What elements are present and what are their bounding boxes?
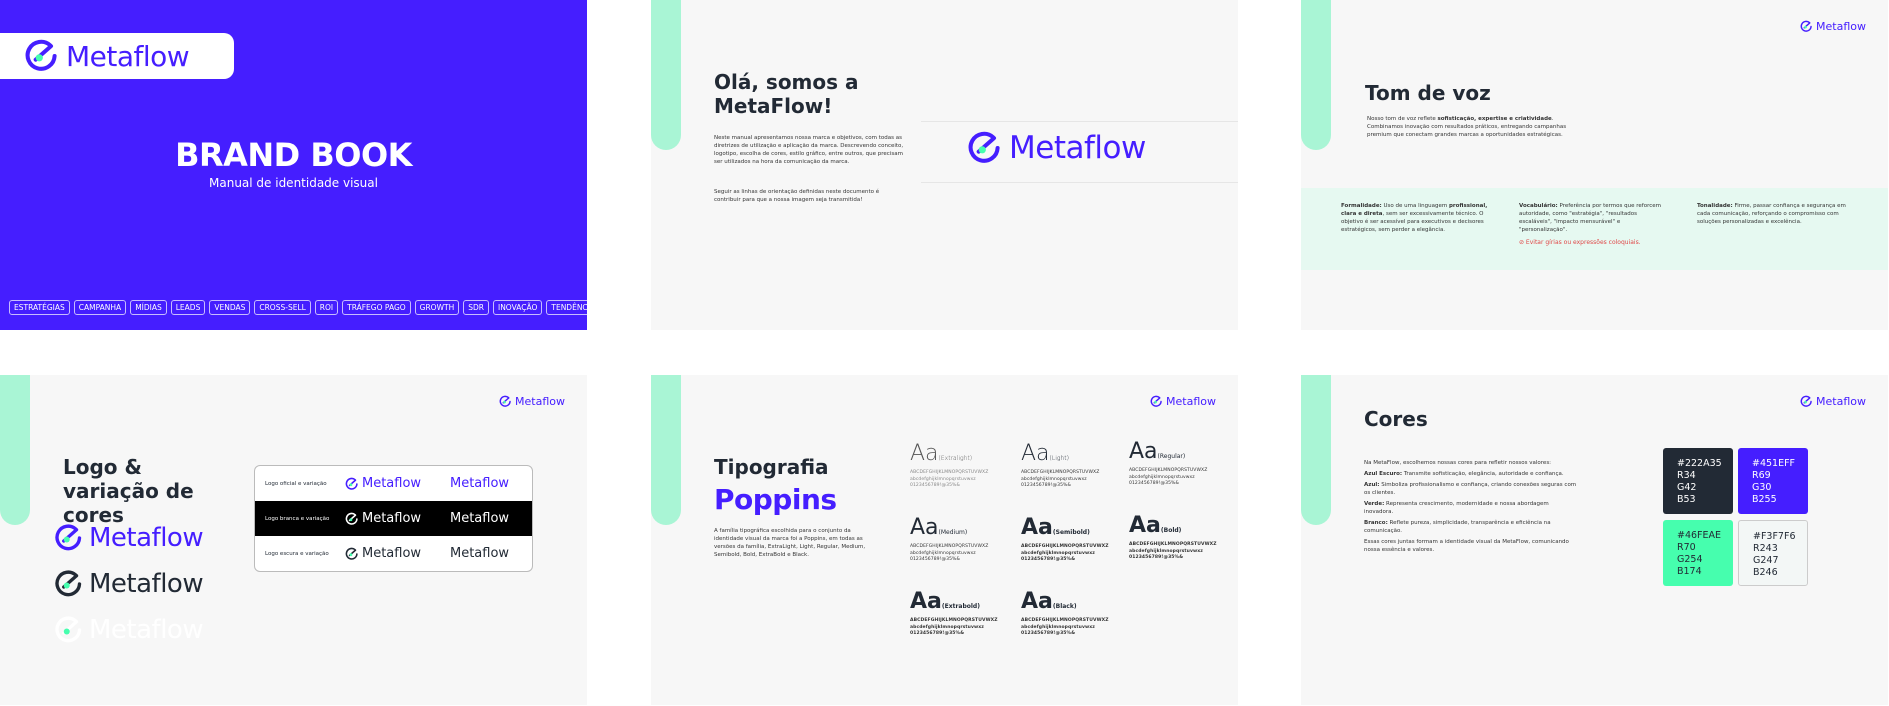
divider bbox=[921, 121, 1238, 122]
variation-row-dark: Logo escura e variação Metaflow Metaflow bbox=[265, 546, 510, 561]
mint-tab-decoration bbox=[0, 375, 30, 525]
tone-vocabulary: Vocabulário: Preferência por termos que … bbox=[1519, 202, 1669, 247]
tone-title: Tom de voz bbox=[1365, 81, 1491, 105]
swatch-light: #F3F7F6 R243 G247 B246 bbox=[1738, 520, 1808, 586]
variation-row-white: Logo branca e variação Metaflow Metaflow bbox=[255, 501, 532, 536]
tag: ESTRATÉGIAS bbox=[9, 300, 70, 315]
tag: VENDAS bbox=[209, 300, 251, 315]
swatch-purple: #451EFF R69 G30 B255 bbox=[1738, 448, 1808, 514]
weight-specimen: Aa(Light) ABCDEFGHIJKLMNOPQRSTUVWXZ abcde… bbox=[1021, 441, 1100, 489]
intro-paragraph: Neste manual apresentamos nossa marca e … bbox=[714, 135, 904, 165]
logo-white: Metaflow bbox=[54, 607, 204, 653]
mint-tab-decoration bbox=[1301, 0, 1331, 150]
header-logo: Metaflow bbox=[499, 395, 565, 408]
metaflow-logo-icon bbox=[1800, 20, 1813, 33]
mint-tab-decoration bbox=[651, 0, 681, 150]
slide-colors[interactable]: Metaflow Cores Na MetaFlow, escolhemos n… bbox=[1301, 375, 1888, 705]
weight-specimen: Aa(Bold) ABCDEFGHIJKLMNOPQRSTUVWXZ abcdef… bbox=[1129, 513, 1217, 561]
slide-tone-of-voice[interactable]: Metaflow Tom de voz Nosso tom de voz ref… bbox=[1301, 0, 1888, 330]
slide-logo[interactable]: Metaflow Logo & variação de cores Metafl… bbox=[0, 375, 587, 705]
cover-logo-card: Metaflow bbox=[0, 33, 234, 79]
colors-title: Cores bbox=[1364, 407, 1428, 431]
tone-details-band: Formalidade: Uso de uma linguagem profis… bbox=[1301, 188, 1888, 270]
colors-text: Na MetaFlow, escolhemos nossas cores par… bbox=[1364, 460, 1577, 553]
header-logo: Metaflow bbox=[1800, 395, 1866, 408]
tag: CAMPANHA bbox=[73, 300, 127, 315]
metaflow-logo-icon bbox=[54, 615, 84, 645]
logo-wordmark: Metaflow bbox=[66, 39, 190, 73]
typography-description: A família tipográfica escolhida para o c… bbox=[714, 528, 866, 558]
divider bbox=[921, 182, 1238, 183]
logo-dark: Metaflow bbox=[54, 561, 204, 607]
cover-title: BRAND BOOK bbox=[175, 136, 412, 174]
logo-variations-card: Logo oficial e variação Metaflow Metaflo… bbox=[254, 465, 533, 572]
weight-specimen: Aa(Semibold) ABCDEFGHIJKLMNOPQRSTUVWXZ ab… bbox=[1021, 515, 1109, 563]
weight-specimen: Aa(Regular) ABCDEFGHIJKLMNOPQRSTUVWXZ abc… bbox=[1129, 439, 1208, 487]
swatch-dark: #222A35 R34 G42 B53 bbox=[1663, 448, 1733, 514]
cover-subtitle: Manual de identidade visual bbox=[209, 176, 378, 190]
metaflow-logo-icon bbox=[54, 523, 84, 553]
metaflow-logo-icon bbox=[499, 395, 512, 408]
mint-tab-decoration bbox=[651, 375, 681, 525]
weight-specimen: Aa(Medium) ABCDEFGHIJKLMNOPQRSTUVWXZ abcd… bbox=[910, 515, 989, 563]
mint-tab-decoration bbox=[1301, 375, 1331, 525]
logo-wordmark: Metaflow bbox=[1816, 395, 1866, 408]
tone-formality: Formalidade: Uso de uma linguagem profis… bbox=[1341, 203, 1488, 233]
logo-stack: Metaflow Metaflow Metaflow bbox=[54, 515, 204, 653]
weight-specimen: Aa(Extralight) ABCDEFGHIJKLMNOPQRSTUVWXZ… bbox=[910, 441, 989, 489]
tag: MÍDIAS bbox=[130, 300, 167, 315]
metaflow-logo-icon bbox=[345, 547, 359, 561]
typography-title: Tipografia bbox=[714, 455, 829, 479]
tag: CROSS-SELL bbox=[254, 300, 311, 315]
tag: TRÁFEGO PAGO bbox=[342, 300, 411, 315]
logo-wordmark: Metaflow bbox=[1166, 395, 1216, 408]
tag: GROWTH bbox=[414, 300, 460, 315]
intro-paragraph-2: Seguir as linhas de orientação definidas… bbox=[714, 189, 880, 203]
intro-logo: Metaflow bbox=[967, 130, 1146, 166]
metaflow-logo-icon bbox=[1150, 395, 1163, 408]
metaflow-logo-icon bbox=[54, 569, 84, 599]
tag: INOVAÇÃO bbox=[492, 300, 543, 315]
slide-intro[interactable]: Olá, somos a MetaFlow! Neste manual apre… bbox=[651, 0, 1238, 330]
tone-tonality: Tonalidade: Firme, passar confiança e se… bbox=[1697, 203, 1846, 225]
avoid-note: ⊘ Evitar gírias ou expressões coloquiais… bbox=[1519, 239, 1641, 246]
logo-wordmark: Metaflow bbox=[1816, 20, 1866, 33]
intro-title: Olá, somos a MetaFlow! bbox=[714, 70, 859, 118]
font-name: Poppins bbox=[714, 483, 837, 516]
metaflow-logo-icon bbox=[1800, 395, 1813, 408]
header-logo: Metaflow bbox=[1150, 395, 1216, 408]
metaflow-logo-icon bbox=[24, 38, 60, 74]
logo-wordmark: Metaflow bbox=[515, 395, 565, 408]
tone-intro: Nosso tom de voz reflete sofisticação, e… bbox=[1367, 116, 1567, 138]
weight-specimen: Aa(Black) ABCDEFGHIJKLMNOPQRSTUVWXZ abcde… bbox=[1021, 589, 1109, 637]
tag: SDR bbox=[463, 300, 489, 315]
header-logo: Metaflow bbox=[1800, 20, 1866, 33]
slide-typography[interactable]: Metaflow Tipografia Poppins A família ti… bbox=[651, 375, 1238, 705]
weight-specimen: Aa(Extrabold) ABCDEFGHIJKLMNOPQRSTUVWXZ a… bbox=[910, 589, 998, 637]
variation-row-official: Logo oficial e variação Metaflow Metaflo… bbox=[265, 476, 510, 491]
logo-wordmark: Metaflow bbox=[1009, 130, 1146, 166]
tag: ROI bbox=[314, 300, 339, 315]
slide-cover[interactable]: Metaflow BRAND BOOK Manual de identidade… bbox=[0, 0, 587, 330]
tag: LEADS bbox=[170, 300, 206, 315]
tag: TENDÊNCIAS bbox=[546, 300, 587, 315]
tag-list: ESTRATÉGIAS CAMPANHA MÍDIAS LEADS VENDAS… bbox=[9, 300, 587, 315]
metaflow-logo-icon bbox=[345, 477, 359, 491]
logo-purple: Metaflow bbox=[54, 515, 204, 561]
metaflow-logo-icon bbox=[345, 512, 359, 526]
swatch-green: #46FEAE R70 G254 B174 bbox=[1663, 520, 1733, 586]
metaflow-logo-icon bbox=[967, 130, 1003, 166]
